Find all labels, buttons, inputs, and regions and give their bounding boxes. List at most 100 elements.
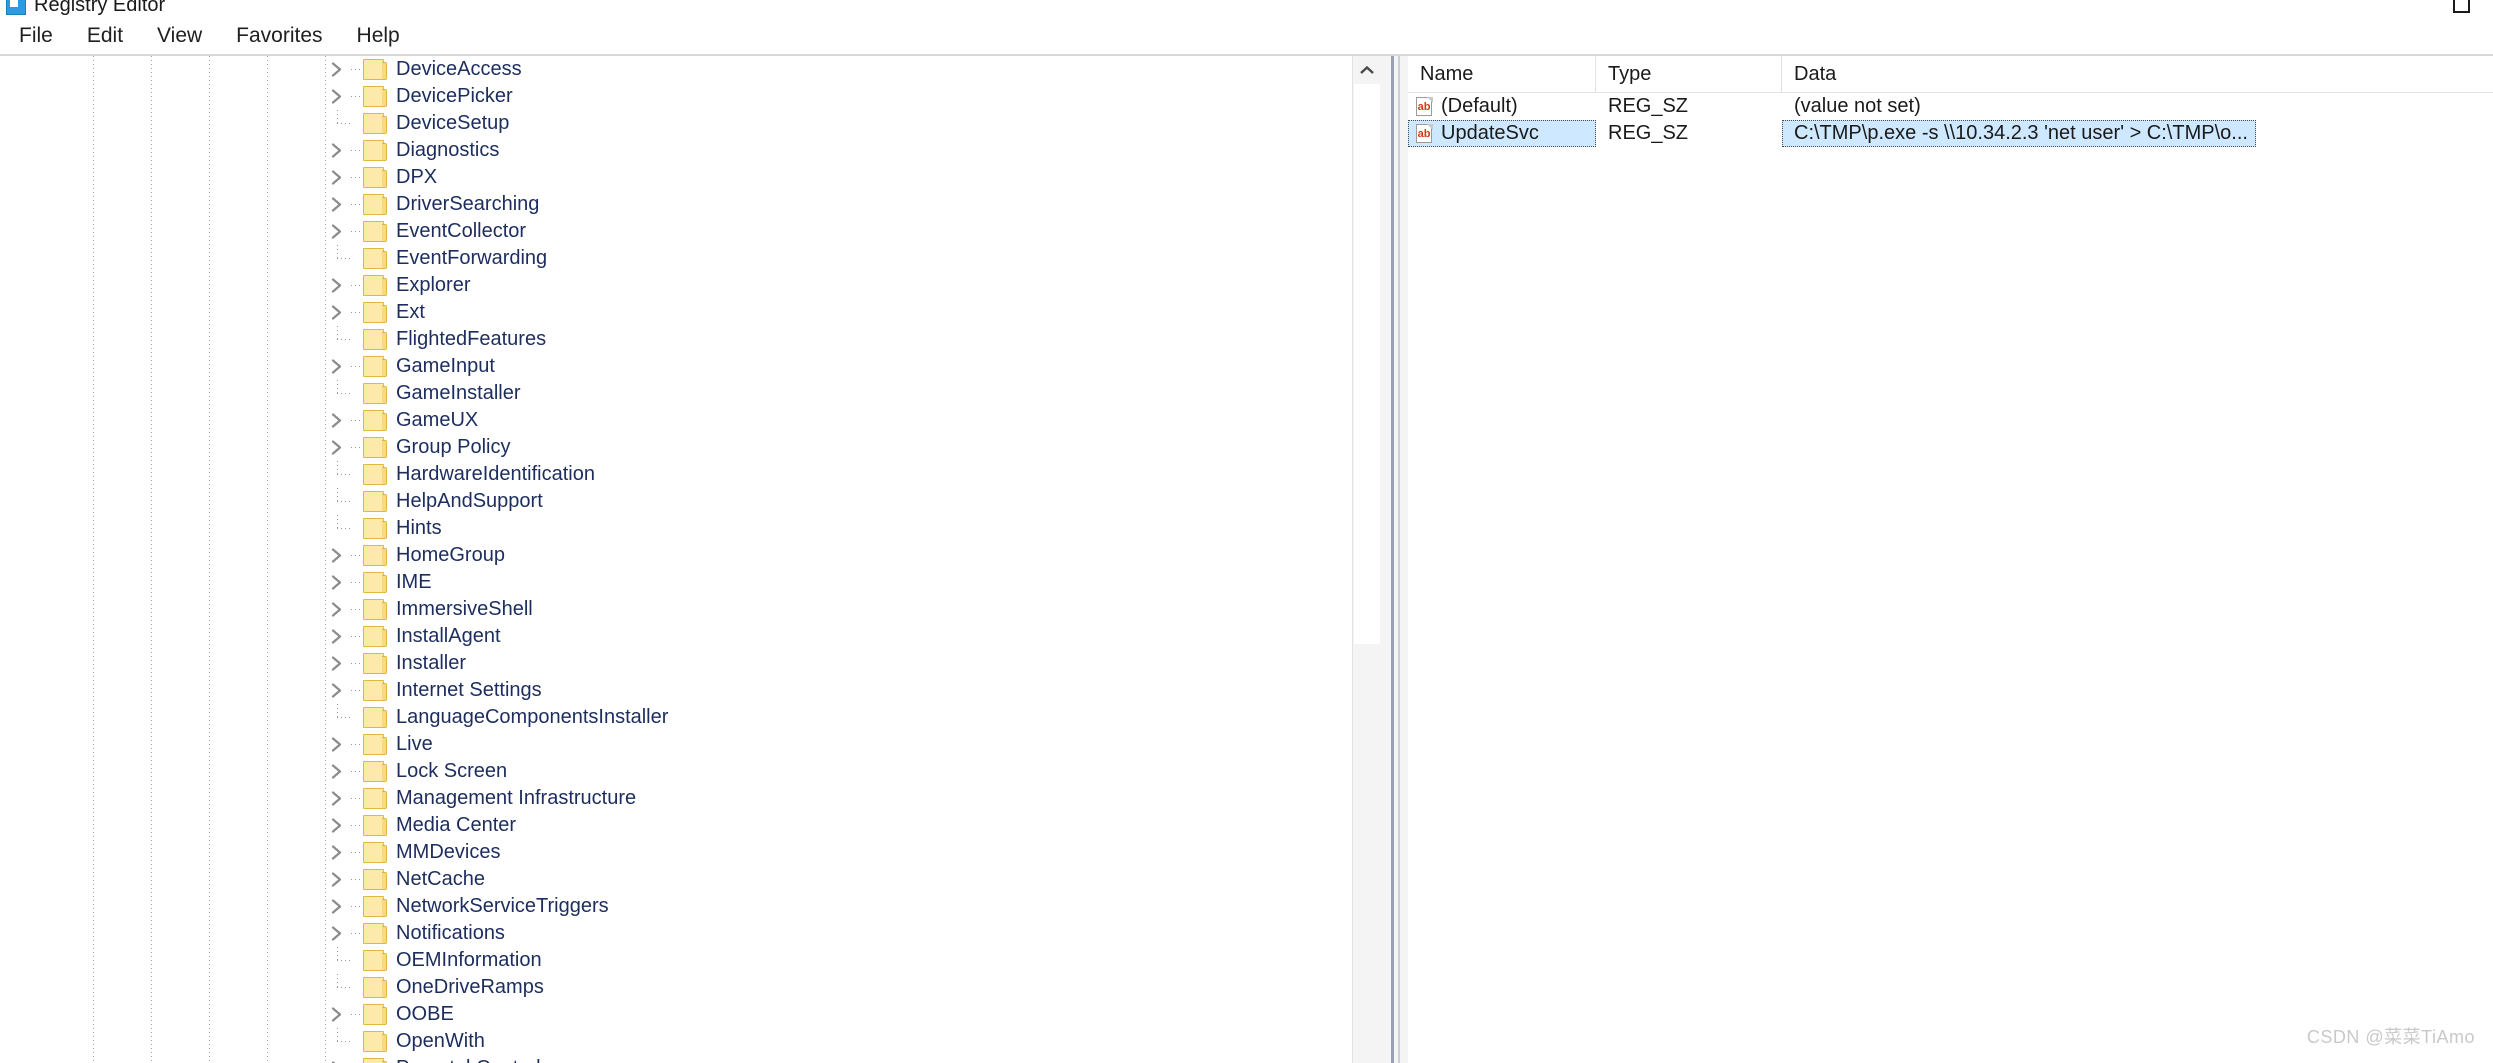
tree-item-eventcollector[interactable]: EventCollector bbox=[0, 218, 1380, 245]
tree-item-openwith[interactable]: OpenWith bbox=[0, 1028, 1380, 1055]
tree-item-label: OpenWith bbox=[396, 1030, 485, 1052]
tree-item-netcache[interactable]: NetCache bbox=[0, 866, 1380, 893]
cell-name[interactable]: ab (Default) bbox=[1408, 93, 1596, 120]
chevron-right-icon[interactable] bbox=[325, 137, 351, 164]
tree-item-internet-settings[interactable]: Internet Settings bbox=[0, 677, 1380, 704]
chevron-right-icon[interactable] bbox=[325, 218, 351, 245]
tree-list[interactable]: DeviceAccess DevicePicker DeviceSetup Diagn… bbox=[0, 56, 1380, 1063]
menu-favorites[interactable]: Favorites bbox=[219, 21, 339, 51]
chevron-right-icon[interactable] bbox=[325, 407, 351, 434]
chevron-right-icon[interactable] bbox=[325, 434, 351, 461]
chevron-right-icon[interactable] bbox=[325, 83, 351, 110]
chevron-right-icon[interactable] bbox=[325, 164, 351, 191]
tree-item-ext[interactable]: Ext bbox=[0, 299, 1380, 326]
tree-item-diagnostics[interactable]: Diagnostics bbox=[0, 137, 1380, 164]
tree-item-mmdevices[interactable]: MMDevices bbox=[0, 839, 1380, 866]
tree-item-hints[interactable]: Hints bbox=[0, 515, 1380, 542]
values-list[interactable]: ab (Default) REG_SZ (value not set) ab Update… bbox=[1408, 93, 2493, 147]
tree-item-hardwareidentification[interactable]: HardwareIdentification bbox=[0, 461, 1380, 488]
tree-item-flightedfeatures[interactable]: FlightedFeatures bbox=[0, 326, 1380, 353]
tree-item-onedriveramps[interactable]: OneDriveRamps bbox=[0, 974, 1380, 1001]
chevron-right-icon[interactable] bbox=[325, 758, 351, 785]
scroll-up-arrow-icon[interactable] bbox=[1353, 56, 1380, 84]
chevron-right-icon[interactable] bbox=[325, 731, 351, 758]
chevron-right-icon[interactable] bbox=[325, 191, 351, 218]
menu-help[interactable]: Help bbox=[340, 21, 417, 51]
tree-item-notifications[interactable]: Notifications bbox=[0, 920, 1380, 947]
tree-item-deviceaccess[interactable]: DeviceAccess bbox=[0, 56, 1380, 83]
tree-item-explorer[interactable]: Explorer bbox=[0, 272, 1380, 299]
chevron-right-icon[interactable] bbox=[325, 299, 351, 326]
folder-icon bbox=[363, 410, 387, 431]
tree-item-ime[interactable]: IME bbox=[0, 569, 1380, 596]
tree-item-group-policy[interactable]: Group Policy bbox=[0, 434, 1380, 461]
tree-item-oobe[interactable]: OOBE bbox=[0, 1001, 1380, 1028]
menu-file[interactable]: File bbox=[2, 21, 70, 51]
tree-item-gameux[interactable]: GameUX bbox=[0, 407, 1380, 434]
cell-data[interactable]: (value not set) bbox=[1782, 93, 1929, 120]
table-row[interactable]: ab (Default) REG_SZ (value not set) bbox=[1408, 93, 2493, 120]
cell-name[interactable]: ab UpdateSvc bbox=[1408, 120, 1596, 147]
chevron-right-icon[interactable] bbox=[325, 650, 351, 677]
chevron-right-icon[interactable] bbox=[325, 56, 351, 83]
tree-connector bbox=[351, 1055, 363, 1063]
tree-item-label: Notifications bbox=[396, 922, 505, 944]
chevron-right-icon[interactable] bbox=[325, 893, 351, 920]
registry-tree-pane[interactable]: DeviceAccess DevicePicker DeviceSetup Diagn… bbox=[0, 56, 1380, 1063]
menu-edit[interactable]: Edit bbox=[70, 21, 140, 51]
chevron-right-icon[interactable] bbox=[325, 569, 351, 596]
chevron-right-icon[interactable] bbox=[325, 353, 351, 380]
chevron-right-icon[interactable] bbox=[325, 839, 351, 866]
tree-item-dpx[interactable]: DPX bbox=[0, 164, 1380, 191]
registry-values-pane[interactable]: Name Type Data ab (Default) REG_SZ (value n… bbox=[1408, 56, 2493, 1063]
tree-item-gameinstaller[interactable]: GameInstaller bbox=[0, 380, 1380, 407]
chevron-right-icon[interactable] bbox=[325, 542, 351, 569]
chevron-right-icon[interactable] bbox=[325, 272, 351, 299]
tree-vertical-scrollbar[interactable] bbox=[1352, 56, 1380, 1063]
tree-item-installer[interactable]: Installer bbox=[0, 650, 1380, 677]
tree-item-networkservicetriggers[interactable]: NetworkServiceTriggers bbox=[0, 893, 1380, 920]
chevron-right-icon[interactable] bbox=[325, 812, 351, 839]
chevron-right-icon[interactable] bbox=[325, 920, 351, 947]
tree-item-oeminformation[interactable]: OEMInformation bbox=[0, 947, 1380, 974]
tree-connector bbox=[351, 920, 363, 947]
chevron-right-icon[interactable] bbox=[325, 596, 351, 623]
tree-item-installagent[interactable]: InstallAgent bbox=[0, 623, 1380, 650]
folder-icon bbox=[363, 491, 387, 512]
tree-item-media-center[interactable]: Media Center bbox=[0, 812, 1380, 839]
tree-item-live[interactable]: Live bbox=[0, 731, 1380, 758]
tree-item-helpandsupport[interactable]: HelpAndSupport bbox=[0, 488, 1380, 515]
tree-item-label: Media Center bbox=[396, 814, 517, 836]
tree-item-lock-screen[interactable]: Lock Screen bbox=[0, 758, 1380, 785]
scrollbar-thumb[interactable] bbox=[1354, 84, 1380, 644]
chevron-right-icon[interactable] bbox=[325, 1055, 351, 1063]
menu-view[interactable]: View bbox=[140, 21, 219, 51]
tree-item-languagecomponentsinstaller[interactable]: LanguageComponentsInstaller bbox=[0, 704, 1380, 731]
tree-item-homegroup[interactable]: HomeGroup bbox=[0, 542, 1380, 569]
string-value-icon: ab bbox=[1416, 97, 1434, 116]
tree-item-parental-controls[interactable]: Parental Controls bbox=[0, 1055, 1380, 1063]
chevron-right-icon[interactable] bbox=[325, 623, 351, 650]
value-data: (value not set) bbox=[1794, 95, 1921, 117]
column-header-type[interactable]: Type bbox=[1596, 56, 1782, 93]
tree-item-management-infrastructure[interactable]: Management Infrastructure bbox=[0, 785, 1380, 812]
cell-data[interactable]: C:\TMP\p.exe -s \\10.34.2.3 'net user' >… bbox=[1782, 120, 2256, 147]
chevron-right-icon[interactable] bbox=[325, 677, 351, 704]
tree-connector bbox=[325, 110, 351, 137]
tree-item-devicepicker[interactable]: DevicePicker bbox=[0, 83, 1380, 110]
tree-connector bbox=[325, 704, 351, 731]
table-row[interactable]: ab UpdateSvc REG_SZ C:\TMP\p.exe -s \\10.34… bbox=[1408, 120, 2493, 147]
tree-item-devicesetup[interactable]: DeviceSetup bbox=[0, 110, 1380, 137]
tree-item-immersiveshell[interactable]: ImmersiveShell bbox=[0, 596, 1380, 623]
chevron-right-icon[interactable] bbox=[325, 866, 351, 893]
pane-splitter[interactable] bbox=[1380, 56, 1408, 1063]
chevron-right-icon[interactable] bbox=[325, 785, 351, 812]
column-header-name[interactable]: Name bbox=[1408, 56, 1596, 93]
tree-item-driversearching[interactable]: DriverSearching bbox=[0, 191, 1380, 218]
column-header-data[interactable]: Data bbox=[1782, 56, 2493, 93]
tree-connector bbox=[351, 866, 363, 893]
chevron-right-icon[interactable] bbox=[325, 1001, 351, 1028]
tree-item-eventforwarding[interactable]: EventForwarding bbox=[0, 245, 1380, 272]
tree-item-gameinput[interactable]: GameInput bbox=[0, 353, 1380, 380]
folder-icon bbox=[363, 275, 387, 296]
